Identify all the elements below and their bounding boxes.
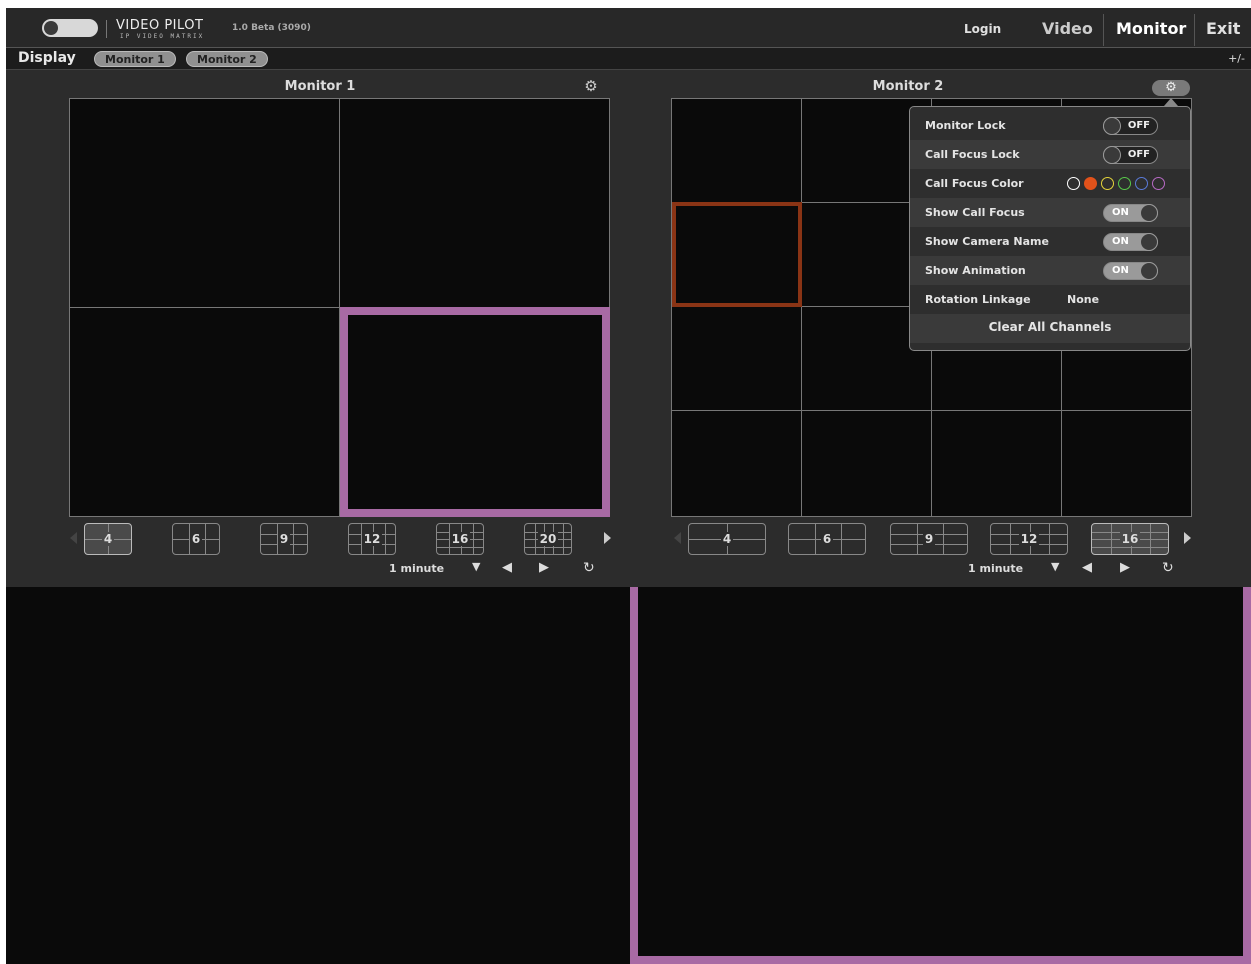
- nav-exit[interactable]: Exit: [1206, 8, 1240, 48]
- app-version: 1.0 Beta (3090): [232, 23, 311, 33]
- display-bar: Display Monitor 1 Monitor 2 +/-: [6, 48, 1251, 70]
- setting-monitor-lock: Monitor Lock OFF: [910, 111, 1190, 140]
- call-focus-color-swatch[interactable]: [1067, 177, 1080, 190]
- monitor-2-settings-gear-icon[interactable]: ⚙: [1152, 80, 1190, 96]
- monitor-lock-toggle[interactable]: OFF: [1103, 117, 1158, 135]
- grid-divider: [672, 410, 1191, 411]
- monitor-2-title: Monitor 2: [872, 79, 944, 94]
- setting-show-call-focus: Show Call Focus ON: [910, 198, 1190, 227]
- call-focus-color-swatch[interactable]: [1101, 177, 1114, 190]
- monitor-2-rotation-interval[interactable]: 1 minute: [968, 562, 1023, 575]
- clear-all-channels-row: Clear All Channels: [910, 314, 1190, 343]
- monitor-1-rotate-back-icon[interactable]: ◀: [502, 560, 512, 575]
- nav-divider: [1103, 14, 1104, 46]
- monitor-2-rotation-dropdown-icon[interactable]: ▼: [1051, 560, 1059, 573]
- app-title: VIDEO PILOT: [116, 18, 204, 33]
- monitor-2-rotate-back-icon[interactable]: ◀: [1082, 560, 1092, 575]
- monitor-1-layout-next-icon[interactable]: [604, 532, 611, 544]
- nav-video[interactable]: Video: [1042, 8, 1093, 48]
- monitor-2-layout-4[interactable]: 4: [688, 523, 766, 555]
- monitor-1-settings-gear-icon[interactable]: ⚙: [583, 79, 599, 94]
- monitor-2-layout-6[interactable]: 6: [788, 523, 866, 555]
- monitor-1-title: Monitor 1: [284, 79, 356, 94]
- setting-call-focus-color: Call Focus Color: [910, 169, 1190, 198]
- clear-all-channels-button[interactable]: Clear All Channels: [910, 320, 1190, 334]
- monitor-2-layout-12[interactable]: 12: [990, 523, 1068, 555]
- nav-login[interactable]: Login: [964, 8, 1001, 48]
- top-bar: VIDEO PILOT IP VIDEO MATRIX 1.0 Beta (30…: [6, 8, 1251, 48]
- monitor-1-layout-20[interactable]: 20: [524, 523, 572, 555]
- setting-rotation-linkage: Rotation Linkage None: [925, 293, 1100, 306]
- call-focus-color-swatch[interactable]: [1118, 177, 1131, 190]
- app-subtitle: IP VIDEO MATRIX: [120, 33, 205, 40]
- monitor-1-cell-3[interactable]: [70, 308, 339, 516]
- monitor-1-layout-4[interactable]: 4: [84, 523, 132, 555]
- monitor-2-layout-next-icon[interactable]: [1184, 532, 1191, 544]
- monitor-1-rotate-forward-icon[interactable]: ▶: [539, 560, 549, 575]
- expand-toggle-button[interactable]: +/-: [1228, 52, 1245, 65]
- monitor-1-layout-12[interactable]: 12: [348, 523, 396, 555]
- fullscreen-view-left[interactable]: [6, 587, 630, 964]
- show-animation-toggle[interactable]: ON: [1103, 262, 1158, 280]
- display-label: Display: [18, 50, 76, 66]
- show-camera-name-toggle[interactable]: ON: [1103, 233, 1158, 251]
- nav-monitor[interactable]: Monitor: [1116, 8, 1186, 48]
- monitor-2-layout-16[interactable]: 16: [1091, 523, 1169, 555]
- call-focus-color-swatch[interactable]: [1135, 177, 1148, 190]
- app-window: VIDEO PILOT IP VIDEO MATRIX 1.0 Beta (30…: [6, 8, 1251, 964]
- monitor-2-rotate-forward-icon[interactable]: ▶: [1120, 560, 1130, 575]
- call-focus-color-swatch[interactable]: [1152, 177, 1165, 190]
- call-focus-color-swatch[interactable]: [1084, 177, 1097, 190]
- monitor-1-layout-6[interactable]: 6: [172, 523, 220, 555]
- monitor-1-auto-rotate-icon[interactable]: ↻: [583, 560, 595, 576]
- rotation-linkage-value[interactable]: None: [1067, 293, 1099, 306]
- monitor-1-grid: [69, 98, 610, 517]
- monitor-settings-popup: Monitor Lock OFF Call Focus Lock OFF Cal…: [909, 98, 1191, 351]
- monitor-2-auto-rotate-icon[interactable]: ↻: [1162, 560, 1174, 576]
- display-tab-monitor-2[interactable]: Monitor 2: [186, 51, 268, 67]
- setting-show-camera-name: Show Camera Name ON: [910, 227, 1190, 256]
- grid-divider: [801, 99, 802, 516]
- ip-logo-icon: [42, 19, 98, 37]
- logo-divider: [106, 20, 107, 38]
- monitor-1-cell-2[interactable]: [340, 99, 609, 307]
- display-tab-monitor-1[interactable]: Monitor 1: [94, 51, 176, 67]
- monitor-1-rotation-interval[interactable]: 1 minute: [389, 562, 444, 575]
- monitor-1-cell-1[interactable]: [70, 99, 339, 307]
- monitor-1-layout-prev-icon[interactable]: [70, 532, 77, 544]
- monitor-1-cell-4-selected[interactable]: [340, 307, 610, 517]
- monitor-2-call-focus-cell[interactable]: [672, 202, 802, 307]
- show-call-focus-toggle[interactable]: ON: [1103, 204, 1158, 222]
- monitor-1-rotation-dropdown-icon[interactable]: ▼: [472, 560, 480, 573]
- setting-call-focus-lock: Call Focus Lock OFF: [910, 140, 1190, 169]
- monitor-2-layout-9[interactable]: 9: [890, 523, 968, 555]
- call-focus-lock-toggle[interactable]: OFF: [1103, 146, 1158, 164]
- monitor-1-layout-9[interactable]: 9: [260, 523, 308, 555]
- setting-show-animation: Show Animation ON: [910, 256, 1190, 285]
- monitor-2-layout-prev-icon[interactable]: [674, 532, 681, 544]
- monitor-1-layout-16[interactable]: 16: [436, 523, 484, 555]
- nav-divider: [1194, 14, 1195, 46]
- fullscreen-view-right-selected[interactable]: [630, 587, 1251, 964]
